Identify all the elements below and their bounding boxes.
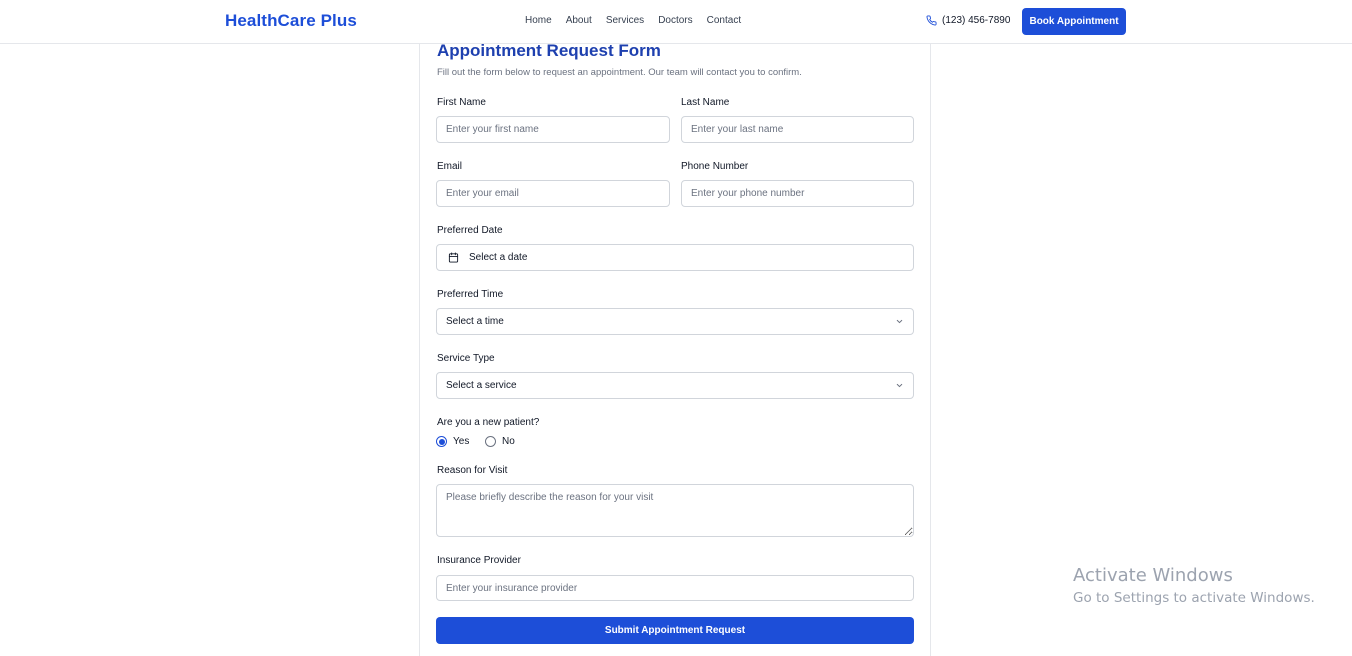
- chevron-down-icon: [896, 383, 903, 388]
- phone-number: (123) 456-7890: [942, 15, 1011, 26]
- submit-appointment-button[interactable]: Submit Appointment Request: [436, 617, 914, 644]
- phone-label: Phone Number: [681, 161, 749, 172]
- phone-icon: [926, 15, 937, 26]
- service-value: Select a service: [446, 380, 517, 391]
- date-value: Select a date: [469, 252, 528, 263]
- nav-home[interactable]: Home: [525, 15, 552, 26]
- time-select[interactable]: Select a time: [436, 308, 914, 335]
- new-patient-yes[interactable]: Yes: [436, 436, 469, 447]
- first-name-input[interactable]: [436, 116, 670, 143]
- watermark-title: Activate Windows: [1073, 565, 1233, 586]
- nav-about[interactable]: About: [566, 15, 592, 26]
- form-title: Appointment Request Form: [437, 41, 661, 60]
- activate-windows-watermark: Activate Windows Go to Settings to activ…: [1073, 565, 1315, 606]
- phone-input[interactable]: [681, 180, 914, 207]
- last-name-label: Last Name: [681, 97, 730, 108]
- email-input[interactable]: [436, 180, 670, 207]
- new-patient-label: Are you a new patient?: [437, 417, 540, 428]
- nav-services[interactable]: Services: [606, 15, 644, 26]
- insurance-label: Insurance Provider: [437, 555, 521, 566]
- radio-no[interactable]: [485, 436, 496, 447]
- service-label: Service Type: [437, 353, 495, 364]
- book-appointment-button[interactable]: Book Appointment: [1022, 8, 1126, 35]
- date-label: Preferred Date: [437, 225, 503, 236]
- time-label: Preferred Time: [437, 289, 504, 300]
- form-subtitle: Fill out the form below to request an ap…: [437, 67, 802, 78]
- service-select[interactable]: Select a service: [436, 372, 914, 399]
- date-picker[interactable]: Select a date: [436, 244, 914, 271]
- main-nav: Home About Services Doctors Contact: [525, 15, 755, 26]
- reason-textarea[interactable]: [436, 484, 914, 537]
- radio-no-label: No: [502, 436, 515, 447]
- calendar-icon: [448, 252, 459, 263]
- first-name-label: First Name: [437, 97, 486, 108]
- header-phone[interactable]: (123) 456-7890: [926, 15, 1010, 26]
- nav-contact[interactable]: Contact: [707, 15, 741, 26]
- radio-yes-label: Yes: [453, 436, 470, 447]
- watermark-subtitle: Go to Settings to activate Windows.: [1073, 590, 1315, 606]
- reason-label: Reason for Visit: [437, 465, 508, 476]
- email-label: Email: [437, 161, 463, 172]
- chevron-down-icon: [896, 319, 903, 324]
- new-patient-no[interactable]: No: [485, 436, 515, 447]
- site-header: HealthCare Plus Home About Services Doct…: [0, 0, 1352, 44]
- time-value: Select a time: [446, 316, 504, 327]
- insurance-input[interactable]: [436, 575, 914, 601]
- radio-yes[interactable]: [436, 436, 447, 447]
- brand-logo[interactable]: HealthCare Plus: [225, 11, 357, 31]
- last-name-input[interactable]: [681, 116, 914, 143]
- nav-doctors[interactable]: Doctors: [658, 15, 692, 26]
